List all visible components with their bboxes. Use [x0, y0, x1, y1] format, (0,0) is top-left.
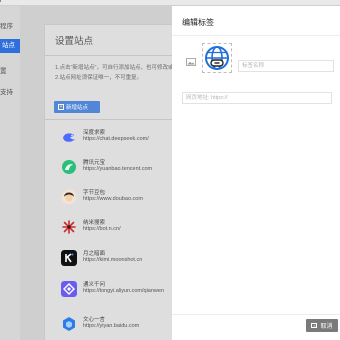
tag-url-input[interactable]: 网页地址: https://	[182, 92, 332, 104]
site-url: https://bot.n.cn/	[83, 226, 121, 232]
add-site-button[interactable]: + 新增站点	[54, 101, 100, 113]
site-url: https://yiyan.baidu.com	[83, 323, 140, 329]
nav-item-settings[interactable]: 置	[0, 65, 20, 79]
cancel-button[interactable]: × 取消	[306, 319, 338, 332]
image-upload-icon[interactable]	[186, 58, 196, 66]
nav-item-program[interactable]: 程序	[0, 20, 20, 34]
icon-preview[interactable]	[202, 43, 232, 73]
globe-link-icon	[205, 46, 229, 70]
divider	[172, 314, 340, 315]
dialog-title: 编辑标签	[182, 18, 214, 27]
site-name: 字节豆包	[83, 190, 106, 196]
kimi-icon	[61, 250, 77, 266]
divider	[172, 35, 340, 36]
site-url: https://chat.deepseek.com/	[83, 136, 149, 142]
tag-name-input[interactable]: 标签名称	[238, 60, 334, 72]
doubao-avatar-icon	[61, 189, 77, 205]
site-name: 纳米搜索	[83, 220, 106, 226]
site-url: https://www.doubao.com	[83, 196, 143, 202]
tongyi-icon	[61, 281, 77, 297]
site-name: 文心一言	[83, 317, 106, 323]
cancel-label: 取消	[320, 324, 333, 330]
deepseek-whale-icon	[63, 133, 75, 142]
page-title: 设置站点	[55, 36, 94, 47]
nami-star-icon	[62, 220, 76, 234]
add-icon: +	[58, 104, 64, 110]
site-name: 月之暗面	[83, 251, 106, 257]
yuanbao-icon	[62, 160, 76, 174]
site-name: 腾讯元宝	[83, 160, 106, 166]
site-url: https://kimi.moonshot.cn	[83, 257, 143, 263]
site-url: https://yuanbao.tencent.com	[83, 166, 153, 172]
wenxin-icon	[63, 317, 75, 331]
nav-item-support[interactable]: 支持	[0, 86, 20, 100]
site-url: https://tongyi.aliyun.com/qianwen	[83, 288, 165, 294]
site-name: 通义千问	[83, 282, 106, 288]
cancel-icon: ×	[311, 323, 318, 328]
window-title: i	[0, 0, 2, 4]
edit-tag-dialog: 编辑标签 标签名称 网页地址: https:// × 取消	[172, 6, 340, 340]
left-nav: 程序 站点 置 支持	[0, 6, 20, 340]
site-name: 深度求索	[83, 130, 106, 136]
nav-item-sites[interactable]: 站点	[0, 39, 20, 53]
add-site-label: 新增站点	[66, 105, 89, 111]
